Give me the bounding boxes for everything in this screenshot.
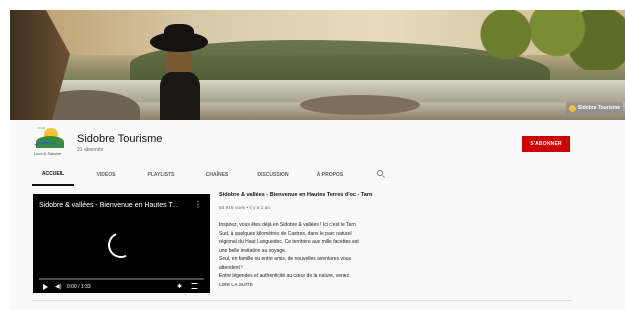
tab-videos[interactable]: VIDÉOS [88,164,124,186]
logo-top-text: JOUR [37,126,46,130]
banner-leaves [455,10,625,70]
person-hat-crown [164,24,194,42]
channel-name: Sidobre Tourisme [77,133,163,145]
fullscreen-icon[interactable] [191,283,198,289]
video-meta: 84 915 vues • il y a 1 an [219,206,271,211]
subscriber-count: 21 abonnés [77,147,104,153]
channel-logo-icon [568,104,576,112]
progress-bar[interactable] [39,278,204,280]
featured-video-section: Sidobre & vallées - Bienvenue en Hautes … [10,186,625,310]
play-icon[interactable] [43,284,48,290]
tab-channels[interactable]: CHAÎNES [198,164,236,186]
description-line: Seul, en famille ou entre amis, de nouve… [219,256,352,262]
player-time: 0:00 / 1:33 [67,284,91,290]
search-icon-handle [382,175,385,178]
video-title[interactable]: Sidobre & vallées - Bienvenue en Hautes … [219,192,419,198]
description-line: Sud, à quelques kilomètres de Castres, d… [219,230,352,237]
player-controls: ◀) 0:00 / 1:33 ✱ [39,283,204,291]
banner-rock [300,95,420,115]
channel-avatar[interactable]: JOUR Lacs & Sidobre [32,126,68,158]
read-more-link[interactable]: LIRE LA SUITE [219,283,419,288]
player-title[interactable]: Sidobre & vallées - Bienvenue en Hautes … [39,202,178,209]
banner-person [150,24,208,120]
description-line: Entre légendes et authenticité au cœur d… [219,273,350,279]
tab-discussion[interactable]: DISCUSSION [250,164,296,186]
banner-link-label: Sidobre Tourisme [577,105,620,111]
tab-playlists[interactable]: PLAYLISTS [140,164,182,186]
settings-icon[interactable]: ✱ [177,283,182,290]
channel-header: JOUR Lacs & Sidobre Sidobre Tourisme 21 … [10,120,625,186]
section-divider [32,300,572,301]
video-player[interactable]: Sidobre & vallées - Bienvenue en Hautes … [33,194,210,293]
description-line: attendent ! [219,264,243,271]
channel-banner: Sidobre Tourisme [10,10,625,120]
description-line: régional du Haut Languedoc. Ce territoir… [219,239,359,245]
person-body [160,72,200,120]
description-line: une belle invitation au voyage. [219,247,287,254]
loading-spinner-icon [104,228,138,262]
video-info: Sidobre & vallées - Bienvenue en Hautes … [219,192,419,288]
tab-about[interactable]: À PROPOS [310,164,350,186]
banner-channel-link[interactable]: Sidobre Tourisme [565,102,623,114]
logo-bottom-text: Lacs & Sidobre [34,151,62,156]
channel-tabs: ACCUEIL VIDÉOS PLAYLISTS CHAÎNES DISCUSS… [10,164,625,186]
volume-icon[interactable]: ◀) [55,283,62,290]
description-line: Inspirez, vous êtes déjà en Sidobre & va… [219,222,356,228]
video-description: Inspirez, vous êtes déjà en Sidobre & va… [219,221,419,281]
tab-home[interactable]: ACCUEIL [32,164,74,186]
logo-arc-icon [34,142,58,150]
search-icon[interactable] [376,169,386,179]
more-options-icon[interactable]: ⋮ [194,200,202,209]
subscribe-button[interactable]: S'ABONNER [522,136,570,152]
